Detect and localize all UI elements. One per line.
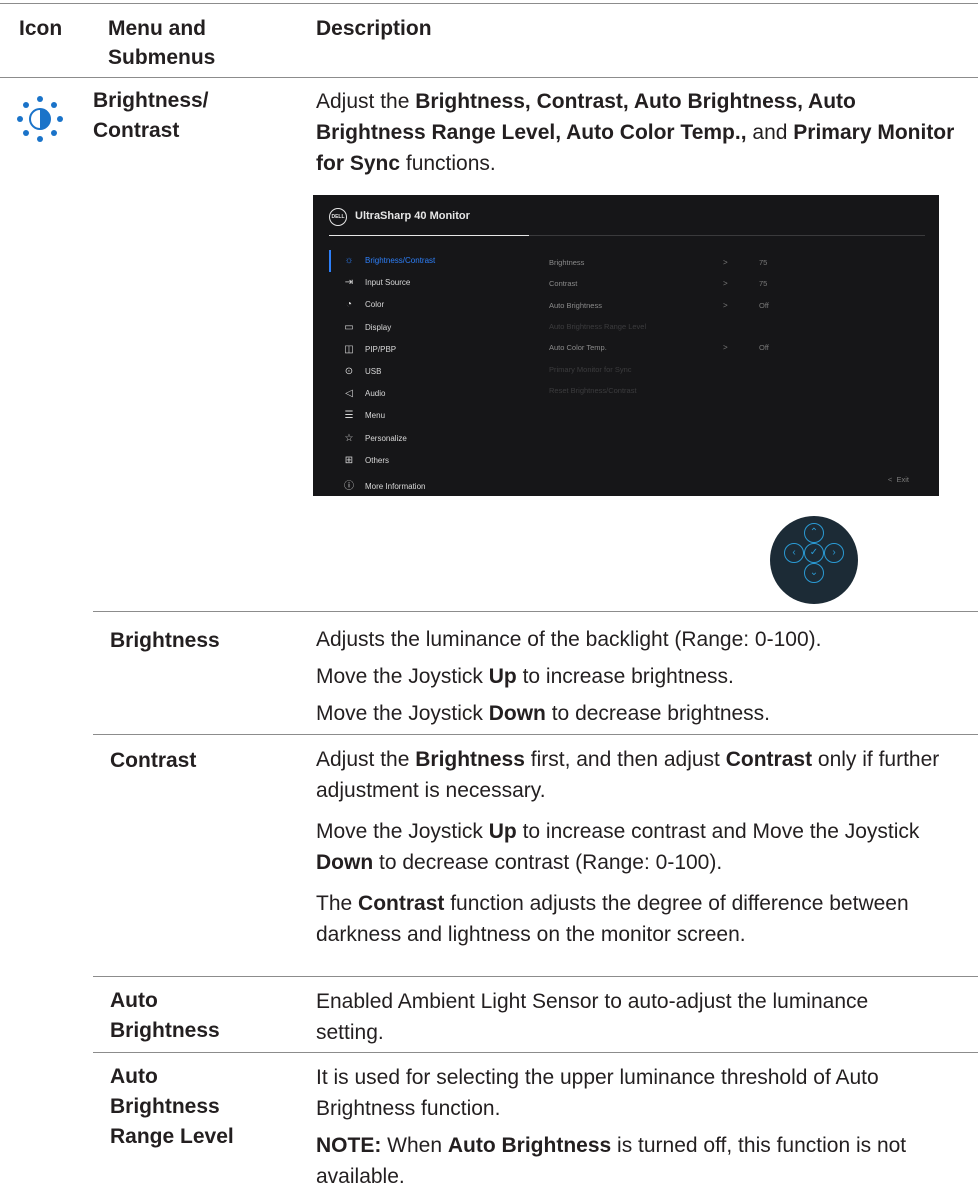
row-label-contrast: Contrast: [110, 749, 197, 772]
pip-icon: ◫: [344, 343, 354, 355]
osd-menu-item-label: More Information: [365, 482, 426, 491]
row-rule-auto-range: [93, 1052, 978, 1053]
osd-submenu-value: 75: [759, 279, 768, 289]
osd-submenu-item[interactable]: Brightness: [549, 258, 584, 267]
mouse-icon: ⊙: [344, 366, 354, 377]
osd-menu-item[interactable]: ▭ Display: [343, 322, 391, 333]
right-chevron-icon[interactable]: ›: [824, 543, 844, 563]
osd-menu-item[interactable]: ⊙ USB: [343, 366, 382, 377]
row-desc-contrast: Adjust the Brightness first, and then ad…: [316, 744, 966, 956]
osd-menu-item-label: Input Source: [365, 278, 411, 288]
info-icon: ⓘ: [344, 481, 354, 492]
palette-icon: ◔: [345, 299, 353, 311]
osd-selection-bar: [329, 250, 331, 272]
section-title: Brightness/ Contrast: [93, 86, 209, 146]
up-chevron-icon[interactable]: ⌃: [804, 523, 824, 543]
contrast-p1: Adjust the Brightness first, and then ad…: [316, 748, 940, 802]
osd-menu-item-label: USB: [365, 367, 382, 376]
others-icon: ⊞: [344, 454, 354, 466]
osd-submenu-value: Off: [759, 343, 769, 353]
osd-menu-item-label: Brightness/Contrast: [365, 256, 436, 265]
row-rule-brightness: [93, 611, 978, 612]
auto-range-p1: It is used for selecting the upper lumin…: [316, 1066, 879, 1120]
down-chevron-icon[interactable]: ⌄: [804, 563, 824, 583]
osd-submenu-item[interactable]: Contrast: [549, 279, 577, 288]
osd-submenu-value: 75: [759, 258, 768, 267]
osd-menu-item-label: Color: [365, 300, 385, 310]
header-menu-line2: Submenus: [108, 46, 216, 69]
osd-menu-item[interactable]: ◔ Color: [343, 299, 384, 310]
osd-screenshot: DELL UltraSharp 40 Monitor ☼ Brightness/C…: [313, 195, 939, 496]
intro-text-3: functions.: [400, 152, 496, 175]
left-chevron-icon[interactable]: ‹: [784, 543, 804, 563]
intro-text-1: Adjust the: [316, 90, 416, 113]
header-description: Description: [316, 17, 432, 40]
brightness-p1: Adjusts the luminance of the backlight (…: [316, 628, 822, 651]
auto-brightness-p1: Enabled Ambient Light Sensor to auto-adj…: [316, 990, 869, 1044]
osd-menu-item-label: PIP/PBP: [365, 344, 397, 354]
menu-icon: ☰: [344, 410, 354, 422]
osd-menu-item-label: Display: [365, 322, 392, 332]
osd-menu-item-label: Others: [365, 455, 390, 465]
speaker-icon: ◁: [345, 388, 353, 400]
osd-exit[interactable]: < Exit: [888, 475, 909, 484]
header-icon: Icon: [19, 17, 63, 40]
input-source-icon: ⇥: [344, 277, 354, 289]
osd-menu-item[interactable]: ◁ Audio: [343, 388, 385, 399]
row-rule-contrast: [93, 734, 978, 735]
osd-menu-item[interactable]: ☰ Menu: [343, 410, 386, 422]
row-label-auto-brightness: Auto Brightness: [110, 989, 220, 1042]
osd-menu-item[interactable]: ⇥ Input Source: [343, 277, 411, 289]
header-menu-line1: Menu and: [108, 17, 206, 40]
star-icon: ☆: [344, 432, 354, 444]
osd-title-underline: [329, 235, 529, 236]
table-top-rule: [0, 3, 978, 4]
section-intro: Adjust the Brightness, Contrast, Auto Br…: [316, 86, 956, 179]
osd-menu-item[interactable]: ⓘ More Information: [343, 477, 425, 492]
osd-submenu-item: Reset Brightness/Contrast: [549, 385, 637, 395]
auto-range-note: NOTE: When Auto Brightness is turned off…: [316, 1134, 907, 1188]
osd-title: UltraSharp 40 Monitor: [355, 210, 470, 222]
section-title-line1: Brightness/: [93, 89, 209, 112]
osd-menu-item-label: Audio: [365, 389, 386, 399]
brightness-p2: Move the Joystick Up to increase brightn…: [316, 665, 734, 688]
chevron-right-icon: >: [723, 258, 728, 267]
brightness-p3: Move the Joystick Down to decrease brigh…: [316, 702, 771, 725]
chevron-right-icon: >: [723, 343, 728, 353]
contrast-p2: Move the Joystick Up to increase contras…: [316, 820, 920, 874]
header-bottom-rule: [0, 77, 978, 78]
monitor-icon: ▭: [344, 321, 354, 333]
dell-logo: DELL: [329, 208, 347, 226]
header-menu: Menu and Submenus: [108, 14, 215, 72]
osd-divider: [529, 235, 925, 236]
osd-menu-item-label: Personalize: [365, 433, 407, 443]
row-desc-brightness: Adjusts the luminance of the backlight (…: [316, 624, 966, 735]
section-title-line2: Contrast: [93, 119, 180, 142]
osd-submenu-value: Off: [759, 300, 769, 310]
row-rule-auto-brightness: [93, 976, 978, 977]
row-label-auto-range: Auto Brightness Range Level: [110, 1065, 234, 1148]
row-desc-auto-range: It is used for selecting the upper lumin…: [316, 1062, 956, 1198]
osd-exit-arrow: <: [887, 475, 893, 484]
joystick: ⌃ ‹ ✓ › ⌄: [770, 516, 858, 604]
osd-submenu-item[interactable]: Auto Color Temp.: [549, 343, 607, 352]
check-icon[interactable]: ✓: [804, 543, 824, 563]
osd-menu-item[interactable]: ☼ Brightness/Contrast: [343, 255, 435, 266]
osd-menu-item[interactable]: ◫ PIP/PBP: [343, 344, 396, 355]
osd-menu-item[interactable]: ☆ Personalize: [343, 433, 407, 444]
chevron-right-icon: >: [723, 300, 728, 310]
osd-exit-label: Exit: [896, 475, 909, 484]
contrast-p3: The Contrast function adjusts the degree…: [316, 892, 909, 946]
sun-icon: ☼: [344, 255, 354, 266]
osd-submenu-item: Auto Brightness Range Level: [549, 321, 647, 331]
intro-text-2: and: [746, 121, 794, 144]
osd-submenu-item: Primary Monitor for Sync: [549, 364, 632, 374]
brightness-contrast-icon: [14, 93, 66, 145]
row-label-brightness: Brightness: [110, 629, 220, 652]
chevron-right-icon: >: [723, 279, 728, 289]
osd-menu-item-label: Menu: [365, 411, 386, 421]
osd-submenu-item[interactable]: Auto Brightness: [549, 301, 602, 310]
row-desc-auto-brightness: Enabled Ambient Light Sensor to auto-adj…: [316, 986, 926, 1054]
osd-menu-item[interactable]: ⊞ Others: [343, 455, 389, 466]
